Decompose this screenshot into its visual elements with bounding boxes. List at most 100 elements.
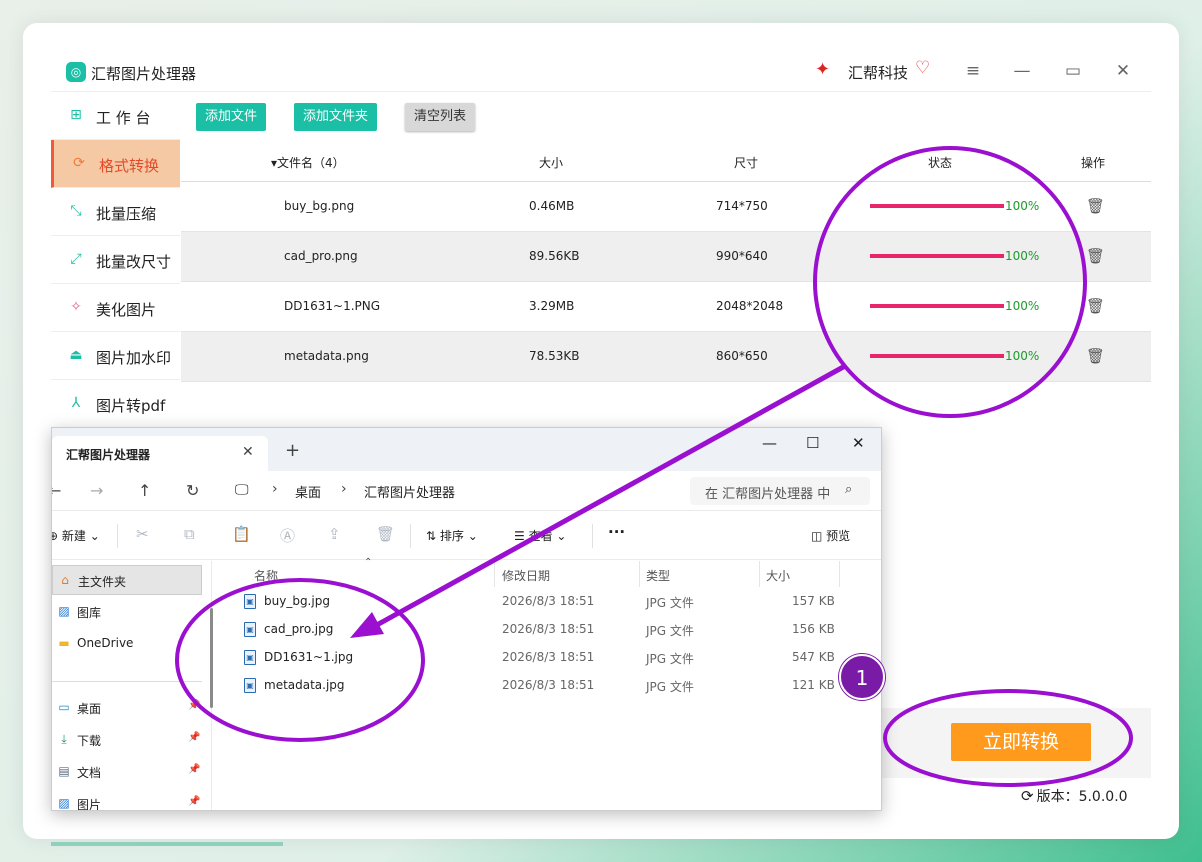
share-icon[interactable]: ⇪	[328, 525, 341, 543]
cell-size: 3.29MB	[529, 299, 575, 313]
close-icon[interactable]: ✕	[1110, 58, 1136, 84]
computer-icon[interactable]: 🖵	[235, 482, 249, 498]
file-size: 156 KB	[792, 622, 835, 636]
divider	[117, 524, 118, 548]
cut-icon[interactable]: ✂	[136, 525, 149, 543]
copy-icon[interactable]: ⧉	[184, 525, 195, 543]
table-row[interactable]: buy_bg.png 0.46MB 714*750 100% 🗑	[181, 182, 1151, 232]
explorer-tab-bar: 汇帮图片处理器 ✕ + — ☐ ✕	[52, 428, 881, 471]
minimize-icon[interactable]: —	[762, 434, 777, 452]
cell-dimensions: 860*650	[716, 349, 768, 363]
breadcrumb-folder[interactable]: 汇帮图片处理器	[364, 482, 455, 501]
more-options-button[interactable]: ···	[608, 523, 625, 541]
file-row[interactable]: ▣ buy_bg.jpg 2026/8/3 18:51 JPG 文件 157 K…	[214, 587, 881, 615]
nav-item-documents[interactable]: ▤ 文档 📌	[52, 757, 202, 787]
file-row[interactable]: ▣ metadata.jpg 2026/8/3 18:51 JPG 文件 121…	[214, 671, 881, 699]
menu-icon[interactable]: ≡	[960, 58, 986, 84]
add-file-button[interactable]: 添加文件	[196, 103, 267, 131]
file-row[interactable]: ▣ DD1631~1.jpg 2026/8/3 18:51 JPG 文件 547…	[214, 643, 881, 671]
sidebar-item-label: 工 作 台	[96, 109, 151, 127]
nav-item-home[interactable]: ⌂ 主文件夹	[52, 565, 202, 595]
sidebar-item-workbench[interactable]: ⊞ 工 作 台	[51, 92, 180, 140]
sidebar-item-format-convert[interactable]: ⟳ 格式转换	[51, 140, 180, 188]
sort-label: 排序	[439, 529, 464, 543]
delete-icon[interactable]: 🗑	[1086, 247, 1105, 265]
convert-icon: ⟳	[73, 155, 85, 171]
chevron-right-icon[interactable]: ›	[341, 481, 347, 497]
divider	[759, 561, 760, 587]
delete-icon[interactable]: 🗑	[376, 525, 395, 543]
progress-bar	[870, 204, 1004, 208]
table-row[interactable]: cad_pro.png 89.56KB 990*640 100% 🗑	[181, 232, 1151, 282]
explorer-tab[interactable]: 汇帮图片处理器 ✕	[52, 436, 268, 471]
col-name[interactable]: 名称	[254, 567, 278, 584]
minimize-icon[interactable]: —	[1009, 58, 1035, 84]
chevron-right-icon[interactable]: ›	[272, 481, 278, 497]
nav-item-gallery[interactable]: ▨ 图库	[52, 597, 202, 627]
col-filename[interactable]: ▾文件名（4）	[271, 154, 345, 171]
progress-bar	[870, 354, 1004, 358]
nav-item-pictures[interactable]: ▨ 图片 📌	[52, 789, 202, 810]
sort-button[interactable]: ⇅ 排序 ⌄	[426, 527, 478, 544]
sidebar: ⊞ 工 作 台 ⟳ 格式转换 ⤡ 批量压缩 ⤢ 批量改尺寸 ✧ 美化图片 ⏏ 图…	[51, 92, 180, 482]
rename-icon[interactable]: Ⓐ	[280, 525, 295, 546]
cell-dimensions: 2048*2048	[716, 299, 784, 313]
view-button[interactable]: ☰ 查看 ⌄	[514, 527, 566, 544]
pin-icon[interactable]: 📌	[188, 732, 200, 743]
refresh-icon[interactable]: ↻	[186, 481, 199, 500]
progress-fill	[870, 254, 1004, 258]
clear-list-button[interactable]: 清空列表	[405, 103, 476, 131]
search-input[interactable]: 在 汇帮图片处理器 中搜索 ⌕	[690, 477, 870, 505]
breadcrumb-desktop[interactable]: 桌面	[295, 482, 321, 501]
up-icon[interactable]: ↑	[138, 481, 151, 500]
table-row[interactable]: metadata.png 78.53KB 860*650 100% 🗑	[181, 332, 1151, 382]
convert-now-button[interactable]: 立即转换	[951, 723, 1091, 761]
col-type[interactable]: 类型	[646, 567, 670, 584]
pin-icon[interactable]: 📌	[188, 796, 200, 807]
brand-heart-icon[interactable]: ♡	[915, 58, 930, 78]
forward-icon[interactable]: →	[90, 481, 103, 500]
sidebar-item-label: 批量压缩	[96, 205, 157, 223]
add-folder-button[interactable]: 添加文件夹	[294, 103, 378, 131]
file-name: cad_pro.jpg	[264, 622, 334, 636]
file-name: DD1631~1.jpg	[264, 650, 354, 664]
maximize-icon[interactable]: ☐	[806, 434, 819, 452]
file-name: metadata.jpg	[264, 678, 345, 692]
sidebar-item-pdf[interactable]: ⅄ 图片转pdf	[51, 380, 180, 428]
back-icon[interactable]: ←	[52, 481, 61, 500]
sidebar-item-watermark[interactable]: ⏏ 图片加水印	[51, 332, 180, 380]
delete-icon[interactable]: 🗑	[1086, 297, 1105, 315]
pin-icon[interactable]: 📌	[188, 700, 200, 711]
nav-item-onedrive[interactable]: ▬ OneDrive	[52, 629, 202, 659]
view-label: 查看	[528, 529, 553, 543]
refresh-icon[interactable]: ⟳	[1021, 787, 1034, 805]
col-size[interactable]: 大小	[766, 567, 790, 584]
nav-item-downloads[interactable]: ⤓ 下载 📌	[52, 725, 202, 755]
table-row[interactable]: DD1631~1.PNG 3.29MB 2048*2048 100% 🗑	[181, 282, 1151, 332]
divider	[494, 561, 495, 587]
delete-icon[interactable]: 🗑	[1086, 347, 1105, 365]
delete-icon[interactable]: 🗑	[1086, 197, 1105, 215]
pin-icon[interactable]: 📌	[188, 764, 200, 775]
nav-item-desktop[interactable]: ▭ 桌面 📌	[52, 693, 202, 723]
cell-dimensions: 714*750	[716, 199, 768, 213]
new-tab-icon[interactable]: +	[285, 440, 300, 461]
maximize-icon[interactable]: ▭	[1060, 58, 1086, 84]
new-button[interactable]: ⊕ 新建 ⌄	[52, 527, 100, 544]
progress-bar	[870, 304, 1004, 308]
col-modified[interactable]: 修改日期	[502, 567, 550, 584]
sidebar-item-compress[interactable]: ⤡ 批量压缩	[51, 188, 180, 236]
search-icon[interactable]: ⌕	[845, 482, 852, 497]
tab-close-icon[interactable]: ✕	[242, 444, 254, 460]
paste-icon[interactable]: 📋	[232, 525, 251, 543]
file-modified: 2026/8/3 18:51	[502, 594, 595, 608]
sidebar-item-resize[interactable]: ⤢ 批量改尺寸	[51, 236, 180, 284]
sidebar-item-label: 图片加水印	[96, 349, 172, 367]
nav-scrollbar[interactable]	[210, 608, 213, 708]
preview-button[interactable]: ◫ 预览	[811, 527, 850, 544]
sidebar-item-beautify[interactable]: ✧ 美化图片	[51, 284, 180, 332]
file-row[interactable]: ▣ cad_pro.jpg 2026/8/3 18:51 JPG 文件 156 …	[214, 615, 881, 643]
close-icon[interactable]: ✕	[852, 434, 865, 452]
breadcrumb: 🖵 › 桌面 › 汇帮图片处理器	[232, 477, 682, 505]
image-file-icon: ▣	[244, 622, 256, 637]
